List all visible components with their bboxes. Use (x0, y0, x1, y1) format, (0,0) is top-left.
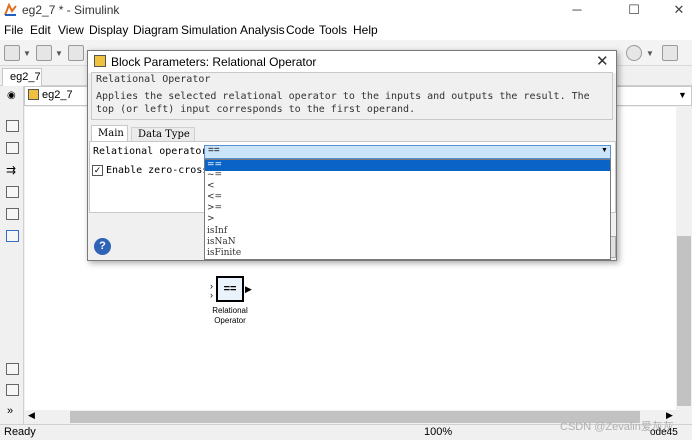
block-input-port-icon: › (210, 290, 213, 300)
menu-display[interactable]: Display (89, 23, 128, 37)
menu-simulation[interactable]: Simulation (181, 23, 237, 37)
maximize-button[interactable]: ☐ (611, 0, 657, 20)
model-tab[interactable]: eg2_7 (2, 68, 42, 86)
relational-operator-label: Relational operator: (93, 146, 214, 157)
dropdown-option[interactable]: isNaN (205, 237, 610, 248)
scroll-left-icon[interactable]: ◀ (28, 410, 35, 421)
dropdown-option[interactable]: isInf (205, 226, 610, 237)
relational-operator-value: == (208, 145, 220, 156)
menu-edit[interactable]: Edit (30, 23, 51, 37)
expand-icon[interactable]: » (7, 405, 13, 417)
menu-tools[interactable]: Tools (319, 23, 347, 37)
menu-diagram[interactable]: Diagram (133, 23, 178, 37)
chevron-down-icon[interactable]: ▼ (646, 49, 654, 58)
block-description: Applies the selected relational operator… (96, 91, 590, 115)
relational-operator-select[interactable] (204, 145, 611, 159)
hide-browser-icon[interactable]: ◉ (7, 90, 16, 101)
model-settings-icon[interactable] (626, 45, 642, 61)
fit-to-view-icon[interactable] (6, 142, 19, 154)
close-button[interactable]: ✕ (656, 0, 692, 20)
menu-analysis[interactable]: Analysis (240, 23, 285, 37)
property-inspector-icon[interactable] (6, 384, 19, 396)
menu-code[interactable]: Code (286, 23, 315, 37)
block-output-port-icon: ▶ (245, 284, 252, 294)
left-palette (0, 86, 24, 426)
zero-crossing-label: Enable zero-crossing detection (106, 165, 204, 176)
address-text[interactable]: eg2_7 (42, 89, 73, 101)
chevron-down-icon[interactable]: ▼ (23, 49, 31, 58)
model-browser-icon[interactable] (6, 363, 19, 375)
zero-crossing-checkbox[interactable]: ✓ (92, 165, 103, 176)
tab-main[interactable]: Main (91, 125, 128, 142)
vertical-scroll-thumb[interactable] (677, 236, 691, 406)
status-text: Ready (4, 426, 36, 438)
dropdown-option[interactable]: isFinite (205, 248, 610, 259)
menu-file[interactable]: File (4, 23, 23, 37)
dropdown-option[interactable]: > (205, 214, 610, 225)
close-icon[interactable]: ✕ (596, 52, 609, 70)
window-title: eg2_7 * - Simulink (22, 3, 120, 17)
save-icon[interactable] (68, 45, 84, 61)
menu-help[interactable]: Help (353, 23, 378, 37)
block-glyph: == (218, 278, 242, 300)
area-icon[interactable] (6, 230, 19, 242)
dropdown-option[interactable]: >= (205, 203, 610, 214)
simulink-app-icon (4, 2, 18, 17)
block-icon (94, 55, 106, 67)
dialog-title: Block Parameters: Relational Operator (111, 55, 317, 69)
dropdown-option[interactable]: ~= (205, 170, 610, 181)
zoom-icon[interactable] (6, 120, 19, 132)
chevron-down-icon[interactable]: ▼ (55, 49, 63, 58)
dropdown-option[interactable]: <= (205, 192, 610, 203)
solver-name[interactable]: ode45 (650, 427, 678, 438)
model-icon (28, 89, 39, 100)
chevron-down-icon[interactable]: ▼ (601, 147, 608, 154)
zoom-level: 100% (424, 426, 453, 438)
tab-data-type[interactable]: Data Type (131, 127, 195, 142)
help-icon[interactable]: ? (94, 238, 111, 255)
block-label[interactable]: Relational Operator (203, 306, 257, 326)
horizontal-scroll-thumb[interactable] (70, 411, 640, 423)
grid-icon[interactable] (662, 45, 678, 61)
chevron-down-icon[interactable]: ▼ (678, 90, 687, 100)
menu-view[interactable]: View (58, 23, 84, 37)
minimize-button[interactable]: ─ (554, 0, 600, 20)
dropdown-option[interactable]: < (205, 181, 610, 192)
open-model-icon[interactable] (36, 45, 52, 61)
arrow-direction-icon[interactable]: ⇉ (6, 163, 16, 177)
image-icon[interactable] (6, 208, 19, 220)
new-model-icon[interactable] (4, 45, 20, 61)
block-type-name: Relational Operator (96, 74, 211, 85)
annotation-icon[interactable] (6, 186, 19, 198)
